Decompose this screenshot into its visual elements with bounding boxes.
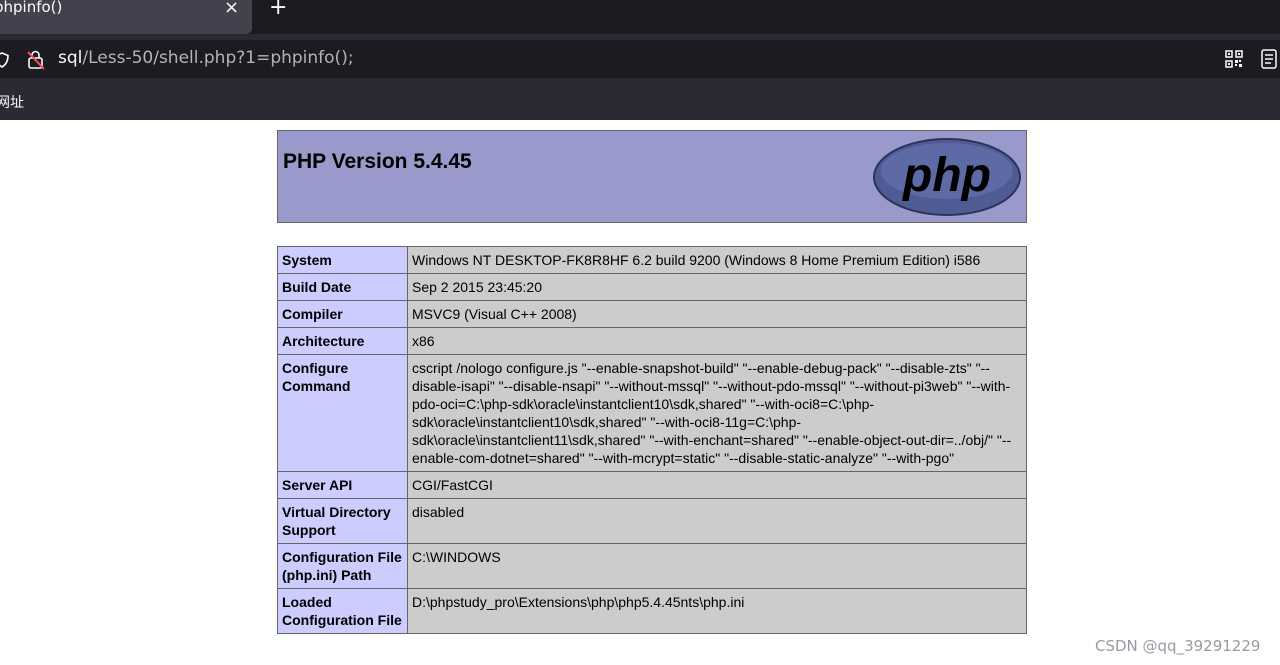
row-key: Configure Command	[277, 354, 408, 472]
info-table: System Windows NT DESKTOP-FK8R8HF 6.2 bu…	[277, 246, 1027, 634]
plus-icon[interactable]: +	[269, 0, 287, 20]
row-value: disabled	[407, 498, 1027, 544]
tab-title: phpinfo()	[0, 0, 63, 16]
row-value: C:\WINDOWS	[407, 543, 1027, 589]
row-value: cscript /nologo configure.js "--enable-s…	[407, 354, 1027, 472]
php-header: PHP Version 5.4.45 php	[277, 130, 1027, 223]
row-value: Sep 2 2015 23:45:20	[407, 273, 1027, 301]
url-text[interactable]: sql/Less-50/shell.php?1=phpinfo();	[58, 48, 354, 68]
row-value: MSVC9 (Visual C++ 2008)	[407, 300, 1027, 328]
table-row: Architecture x86	[277, 327, 1027, 355]
row-key: Architecture	[277, 327, 408, 355]
php-logo-icon: php	[873, 138, 1021, 216]
row-key: Virtual Directory Support	[277, 498, 408, 544]
url-bar[interactable]: sql/Less-50/shell.php?1=phpinfo();	[0, 40, 1280, 78]
row-value: D:\phpstudy_pro\Extensions\php\php5.4.45…	[407, 588, 1027, 634]
row-value: x86	[407, 327, 1027, 355]
table-row: System Windows NT DESKTOP-FK8R8HF 6.2 bu…	[277, 246, 1027, 274]
tab-phpinfo[interactable]: phpinfo() ×	[0, 0, 252, 34]
table-row: Virtual Directory Support disabled	[277, 498, 1027, 544]
page-title: PHP Version 5.4.45	[283, 150, 472, 173]
reader-view-icon[interactable]	[1260, 49, 1278, 69]
shield-icon[interactable]	[0, 52, 10, 68]
table-row: Server API CGI/FastCGI	[277, 471, 1027, 499]
url-path: /Less-50/shell.php?1=phpinfo();	[82, 48, 354, 68]
navigation-bar: sql/Less-50/shell.php?1=phpinfo();	[0, 34, 1280, 84]
row-value: Windows NT DESKTOP-FK8R8HF 6.2 build 920…	[407, 246, 1027, 274]
table-row: Configure Command cscript /nologo config…	[277, 354, 1027, 472]
row-value: CGI/FastCGI	[407, 471, 1027, 499]
row-key: Compiler	[277, 300, 408, 328]
row-key: System	[277, 246, 408, 274]
table-row: Configuration File (php.ini) Path C:\WIN…	[277, 543, 1027, 589]
php-logo-text: php	[901, 149, 991, 202]
bookmark-item[interactable]: 网址	[0, 92, 24, 112]
row-key: Server API	[277, 471, 408, 499]
table-row: Build Date Sep 2 2015 23:45:20	[277, 273, 1027, 301]
watermark: CSDN @qq_39291229	[1095, 637, 1261, 655]
bookmarks-toolbar: 网址	[0, 84, 1280, 120]
table-row: Loaded Configuration File D:\phpstudy_pr…	[277, 588, 1027, 634]
row-key: Loaded Configuration File	[277, 588, 408, 634]
url-host: sql	[58, 48, 83, 68]
lock-icon[interactable]	[25, 49, 47, 71]
row-key: Build Date	[277, 273, 408, 301]
row-key: Configuration File (php.ini) Path	[277, 543, 408, 589]
table-row: Compiler MSVC9 (Visual C++ 2008)	[277, 300, 1027, 328]
qr-code-icon[interactable]	[1225, 50, 1243, 68]
close-icon[interactable]: ×	[224, 0, 239, 18]
tab-bar: phpinfo() × +	[0, 0, 1280, 34]
